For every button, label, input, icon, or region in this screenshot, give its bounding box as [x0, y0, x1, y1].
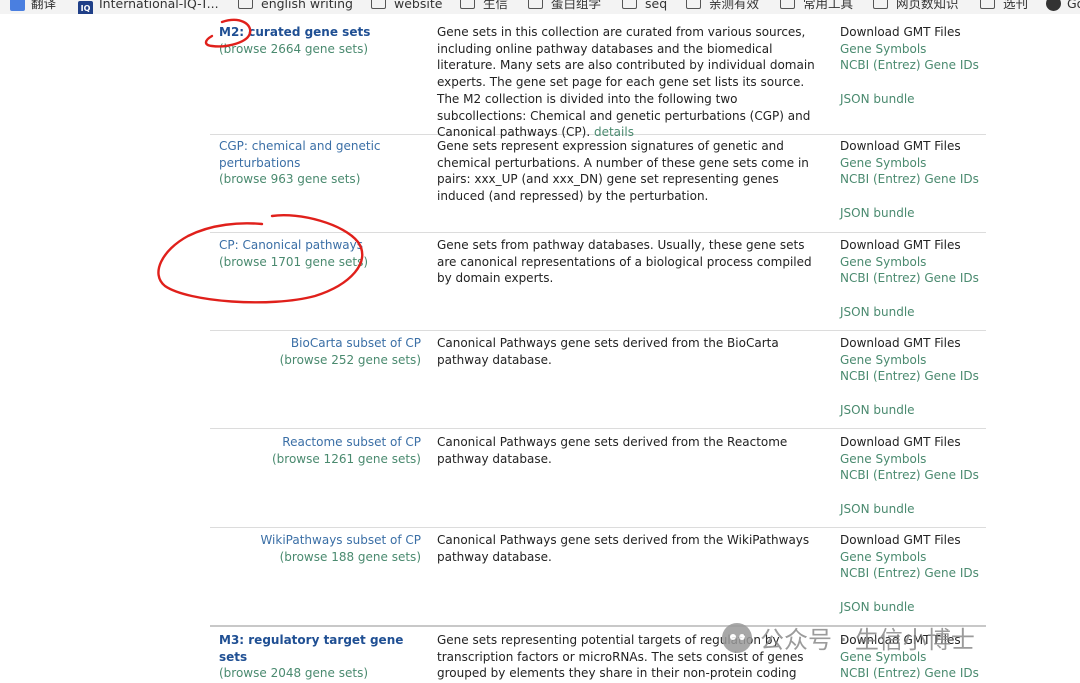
browse-link[interactable]: (browse 1701 gene sets)	[219, 255, 368, 269]
collection-name-cell: Reactome subset of CP (browse 1261 gene …	[219, 434, 421, 467]
gene-symbols-link[interactable]: Gene Symbols	[840, 42, 926, 56]
bookmark-tested[interactable]: 亲测有效	[686, 0, 759, 14]
folder-icon	[980, 0, 995, 9]
gene-symbols-link[interactable]: Gene Symbols	[840, 550, 926, 564]
downloads-cell: Download GMT Files Gene Symbols NCBI (En…	[840, 434, 1000, 518]
collection-name-cell: WikiPathways subset of CP (browse 188 ge…	[219, 532, 421, 565]
browse-link[interactable]: (browse 963 gene sets)	[219, 172, 360, 186]
gene-symbols-link[interactable]: Gene Symbols	[840, 156, 926, 170]
description-cell: Gene sets from pathway databases. Usuall…	[437, 237, 822, 287]
entrez-ids-link[interactable]: NCBI (Entrez) Gene IDs	[840, 369, 979, 383]
collection-name-cell: CGP: chemical and genetic perturbations …	[219, 138, 429, 188]
folder-icon	[873, 0, 888, 9]
entrez-ids-link[interactable]: NCBI (Entrez) Gene IDs	[840, 172, 979, 186]
table-row: WikiPathways subset of CP (browse 188 ge…	[210, 532, 986, 627]
browse-link[interactable]: (browse 188 gene sets)	[280, 550, 421, 564]
translate-icon	[10, 0, 25, 11]
download-gmt-label: Download GMT Files	[840, 238, 961, 252]
iq-icon: IQ	[78, 1, 93, 14]
collection-name-cell: M3: regulatory target gene sets (browse …	[219, 632, 429, 682]
cgp-collection-link[interactable]: CGP: chemical and genetic perturbations	[219, 138, 389, 171]
reactome-subset-link[interactable]: Reactome subset of CP	[282, 435, 421, 449]
entrez-ids-link[interactable]: NCBI (Entrez) Gene IDs	[840, 58, 979, 72]
folder-icon	[780, 0, 795, 9]
description-cell: Canonical Pathways gene sets derived fro…	[437, 434, 822, 467]
downloads-cell: Download GMT Files Gene Symbols NCBI (En…	[840, 532, 1000, 616]
download-gmt-label: Download GMT Files	[840, 533, 961, 547]
description-cell: Gene sets represent expression signature…	[437, 138, 822, 205]
description-cell: Canonical Pathways gene sets derived fro…	[437, 532, 822, 565]
gene-symbols-link[interactable]: Gene Symbols	[840, 452, 926, 466]
gene-symbols-link[interactable]: Gene Symbols	[840, 353, 926, 367]
browse-link[interactable]: (browse 1261 gene sets)	[272, 452, 421, 466]
bookmark-website[interactable]: website	[371, 0, 442, 14]
collection-name-cell: M2: curated gene sets (browse 2664 gene …	[219, 24, 429, 57]
download-gmt-label: Download GMT Files	[840, 25, 961, 39]
cp-collection-link[interactable]: CP: Canonical pathways	[219, 238, 363, 252]
bookmark-english-writing[interactable]: english writing	[238, 0, 353, 14]
table-row: BioCarta subset of CP (browse 252 gene s…	[210, 335, 986, 429]
bookmark-proteomics[interactable]: 蛋白组学	[528, 0, 601, 14]
downloads-cell: Download GMT Files Gene Symbols NCBI (En…	[840, 237, 1000, 321]
folder-icon	[460, 0, 475, 9]
json-bundle-link[interactable]: JSON bundle	[840, 92, 915, 106]
bookmark-web-knowledge[interactable]: 网页数知识	[873, 0, 959, 14]
download-gmt-label: Download GMT Files	[840, 336, 961, 350]
biocarta-subset-link[interactable]: BioCarta subset of CP	[291, 336, 421, 350]
downloads-cell: Download GMT Files Gene Symbols NCBI (En…	[840, 138, 1000, 222]
table-row: CP: Canonical pathways (browse 1701 gene…	[210, 237, 986, 331]
description-text: Gene sets in this collection are curated…	[437, 25, 815, 140]
entrez-ids-link[interactable]: NCBI (Entrez) Gene IDs	[840, 666, 979, 680]
entrez-ids-link[interactable]: NCBI (Entrez) Gene IDs	[840, 566, 979, 580]
bookmark-seq[interactable]: seq	[622, 0, 667, 14]
description-text: Canonical Pathways gene sets derived fro…	[437, 336, 779, 367]
json-bundle-link[interactable]: JSON bundle	[840, 305, 915, 319]
json-bundle-link[interactable]: JSON bundle	[840, 403, 915, 417]
bookmarks-bar: 翻译 IQ International-IQ-T... english writi…	[0, 0, 1080, 14]
description-text: Gene sets from pathway databases. Usuall…	[437, 238, 812, 286]
downloads-cell: Download GMT Files Gene Symbols NCBI (En…	[840, 24, 1000, 108]
browse-link[interactable]: (browse 252 gene sets)	[280, 353, 421, 367]
entrez-ids-link[interactable]: NCBI (Entrez) Gene IDs	[840, 271, 979, 285]
folder-icon	[371, 0, 386, 9]
json-bundle-link[interactable]: JSON bundle	[840, 600, 915, 614]
bookmark-journals[interactable]: 选刊	[980, 0, 1028, 14]
gene-symbols-link[interactable]: Gene Symbols	[840, 255, 926, 269]
wechat-icon	[722, 623, 752, 653]
entrez-ids-link[interactable]: NCBI (Entrez) Gene IDs	[840, 468, 979, 482]
folder-icon	[528, 0, 543, 9]
download-gmt-label: Download GMT Files	[840, 139, 961, 153]
description-text: Canonical Pathways gene sets derived fro…	[437, 533, 810, 564]
collection-name-cell: BioCarta subset of CP (browse 252 gene s…	[219, 335, 421, 368]
json-bundle-link[interactable]: JSON bundle	[840, 206, 915, 220]
bookmark-shengxin[interactable]: 生信	[460, 0, 508, 14]
description-cell: Canonical Pathways gene sets derived fro…	[437, 335, 822, 368]
m3-collection-link[interactable]: M3: regulatory target gene sets	[219, 632, 404, 665]
collection-name-cell: CP: Canonical pathways (browse 1701 gene…	[219, 237, 429, 270]
bookmark-go[interactable]: Go	[1046, 0, 1080, 14]
bookmark-translate[interactable]: 翻译	[10, 0, 56, 14]
downloads-cell: Download GMT Files Gene Symbols NCBI (En…	[840, 335, 1000, 419]
wikipathways-subset-link[interactable]: WikiPathways subset of CP	[260, 533, 421, 547]
table-row: Reactome subset of CP (browse 1261 gene …	[210, 434, 986, 528]
json-bundle-link[interactable]: JSON bundle	[840, 502, 915, 516]
bookmark-tools[interactable]: 常用工具	[780, 0, 853, 14]
browse-link[interactable]: (browse 2048 gene sets)	[219, 666, 368, 680]
globe-icon	[1046, 0, 1061, 11]
watermark: 公众号 · 生信小博士	[722, 621, 1052, 661]
description-cell: Gene sets in this collection are curated…	[437, 24, 822, 141]
folder-icon	[686, 0, 701, 9]
bookmark-iq[interactable]: IQ International-IQ-T...	[78, 0, 219, 14]
m2-collection-link[interactable]: M2: curated gene sets	[219, 25, 370, 39]
description-text: Canonical Pathways gene sets derived fro…	[437, 435, 788, 466]
folder-icon	[622, 0, 637, 9]
browse-link[interactable]: (browse 2664 gene sets)	[219, 42, 368, 56]
download-gmt-label: Download GMT Files	[840, 435, 961, 449]
folder-icon	[238, 0, 253, 9]
description-text: Gene sets represent expression signature…	[437, 139, 809, 204]
table-row: M2: curated gene sets (browse 2664 gene …	[210, 24, 986, 139]
table-row: CGP: chemical and genetic perturbations …	[210, 138, 986, 233]
